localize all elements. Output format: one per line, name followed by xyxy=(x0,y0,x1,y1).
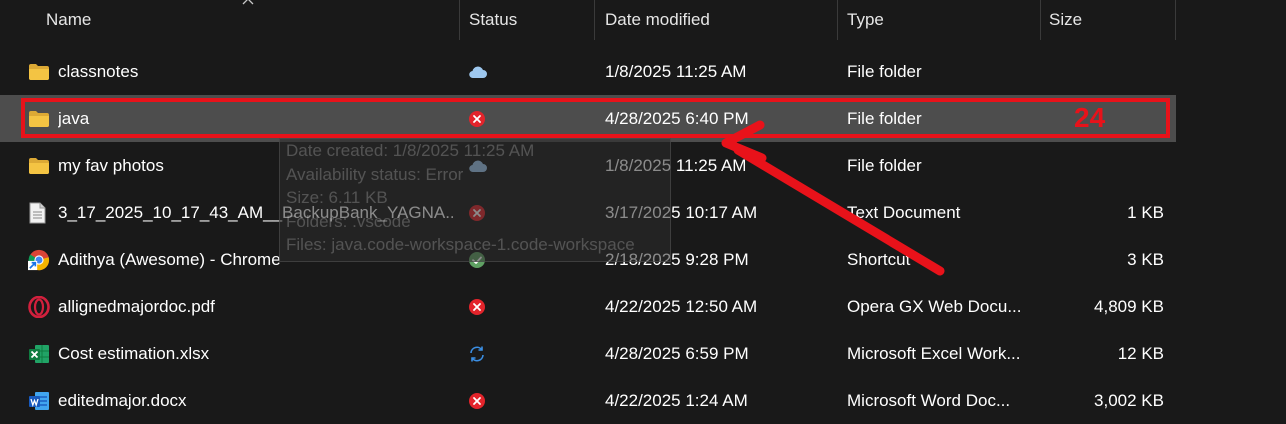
file-date-modified: 1/8/2025 11:25 AM xyxy=(605,62,747,81)
column-divider[interactable] xyxy=(594,0,595,40)
file-type: Microsoft Excel Work... xyxy=(847,344,1021,363)
column-header-name[interactable]: Name xyxy=(46,0,91,40)
chrome-shortcut-icon xyxy=(28,236,50,283)
error-icon xyxy=(468,189,488,236)
column-divider[interactable] xyxy=(459,0,460,40)
file-type: Microsoft Word Doc... xyxy=(847,391,1011,410)
error-icon xyxy=(468,283,488,330)
column-header-type[interactable]: Type xyxy=(847,0,884,40)
error-icon xyxy=(468,377,488,424)
column-header-status[interactable]: Status xyxy=(469,0,517,40)
file-date-modified: 4/28/2025 6:59 PM xyxy=(605,344,749,363)
file-row[interactable]: java 4/28/2025 6:40 PM File folder xyxy=(0,95,1176,142)
file-type: File folder xyxy=(847,109,922,128)
folder-icon xyxy=(28,142,50,189)
text-file-icon xyxy=(28,189,50,236)
file-row[interactable]: classnotes 1/8/2025 11:25 AM File folder xyxy=(0,48,1176,95)
file-size xyxy=(1040,142,1164,189)
cloud-icon xyxy=(468,48,488,95)
column-divider[interactable] xyxy=(1175,0,1176,40)
excel-icon xyxy=(28,330,50,377)
file-size: 3 KB xyxy=(1127,250,1164,269)
sync-icon xyxy=(468,330,488,377)
file-date-modified: 3/17/2025 10:17 AM xyxy=(605,203,758,222)
file-size: 1 KB xyxy=(1127,203,1164,222)
file-size: 4,809 KB xyxy=(1094,297,1164,316)
annotation-step-number: 24 xyxy=(1074,102,1106,133)
file-date-modified: 4/22/2025 12:50 AM xyxy=(605,297,758,316)
file-name[interactable]: Cost estimation.xlsx xyxy=(58,330,453,377)
sort-ascending-icon xyxy=(242,0,254,5)
file-name[interactable]: 3_17_2025_10_17_43_AM__BackupBank_YAGNA.… xyxy=(58,189,453,236)
file-row[interactable]: allignedmajordoc.pdf 4/22/2025 12:50 AM Op… xyxy=(0,283,1176,330)
error-icon xyxy=(468,95,488,142)
file-type: File folder xyxy=(847,156,922,175)
column-divider[interactable] xyxy=(1040,0,1041,40)
word-icon xyxy=(28,377,50,424)
folder-icon xyxy=(28,95,50,142)
cloud-icon xyxy=(468,142,488,189)
file-date-modified: 2/18/2025 9:28 PM xyxy=(605,250,749,269)
column-header-date-modified[interactable]: Date modified xyxy=(605,0,710,40)
column-header-size[interactable]: Size xyxy=(1049,0,1082,40)
file-name[interactable]: editedmajor.docx xyxy=(58,377,453,424)
column-divider[interactable] xyxy=(837,0,838,40)
file-size xyxy=(1040,48,1164,95)
file-type: File folder xyxy=(847,62,922,81)
file-date-modified: 1/8/2025 11:25 AM xyxy=(605,156,747,175)
file-row[interactable]: 3_17_2025_10_17_43_AM__BackupBank_YAGNA.… xyxy=(0,189,1176,236)
file-type: Text Document xyxy=(847,203,961,222)
file-size: 12 KB xyxy=(1117,344,1164,363)
file-date-modified: 4/22/2025 1:24 AM xyxy=(605,391,748,410)
file-row[interactable]: editedmajor.docx 4/22/2025 1:24 AM Microso… xyxy=(0,377,1176,424)
file-name[interactable]: classnotes xyxy=(58,48,453,95)
column-header-bar: Name Status Date modified Type Size xyxy=(0,0,1286,40)
synced-check-icon xyxy=(468,236,488,283)
file-row[interactable]: my fav photos 1/8/2025 11:25 AM File folde… xyxy=(0,142,1176,189)
opera-gx-icon xyxy=(28,283,50,330)
file-name[interactable]: allignedmajordoc.pdf xyxy=(58,283,453,330)
file-name[interactable]: my fav photos xyxy=(58,142,453,189)
file-name[interactable]: java xyxy=(58,95,453,142)
file-date-modified: 4/28/2025 6:40 PM xyxy=(605,109,749,128)
file-type: Opera GX Web Docu... xyxy=(847,297,1022,316)
file-row[interactable]: Adithya (Awesome) - Chrome 2/18/2025 9:28… xyxy=(0,236,1176,283)
file-size: 3,002 KB xyxy=(1094,391,1164,410)
file-row[interactable]: Cost estimation.xlsx 4/28/2025 6:59 PM Mic… xyxy=(0,330,1176,377)
folder-icon xyxy=(28,48,50,95)
file-name[interactable]: Adithya (Awesome) - Chrome xyxy=(58,236,453,283)
file-type: Shortcut xyxy=(847,250,911,269)
